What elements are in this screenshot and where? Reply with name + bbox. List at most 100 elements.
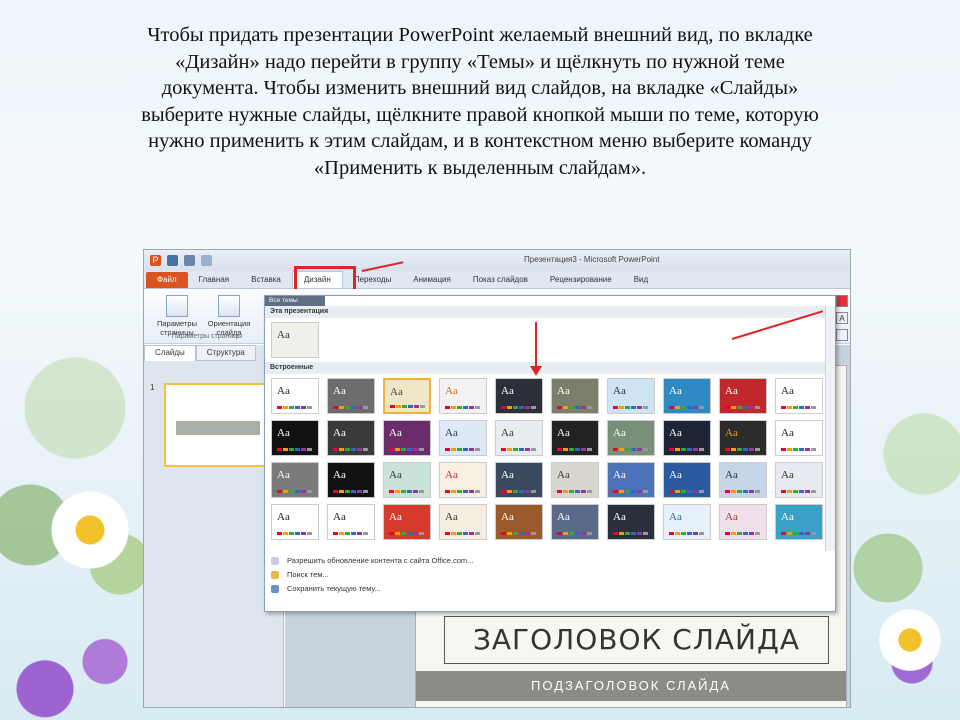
save-icon[interactable] [167,255,178,266]
tab-outline[interactable]: Структура [195,345,256,361]
theme-cell[interactable]: Aa [775,420,823,456]
tab-slideshow[interactable]: Показ слайдов [462,272,539,288]
theme-cell[interactable]: Aa [327,420,375,456]
title-placeholder[interactable]: ЗАГОЛОВОК СЛАЙДА [444,616,829,664]
theme-color-dots [557,532,592,535]
theme-cell[interactable]: Aa [719,378,767,414]
theme-sample: Aa [277,511,290,523]
theme-cell[interactable]: Aa [271,378,319,414]
theme-color-dots [781,490,816,493]
orientation-button[interactable]: Ориентация слайда [204,295,254,337]
tab-animations[interactable]: Анимация [402,272,462,288]
theme-cell[interactable]: Aa [719,420,767,456]
theme-sample: Aa [557,469,570,481]
theme-cell[interactable]: Aa [663,420,711,456]
theme-cell[interactable]: Aa [383,462,431,498]
theme-sample: Aa [725,469,738,481]
theme-cell[interactable]: Aa [607,420,655,456]
theme-color-dots [445,448,480,451]
menu-item-save-theme[interactable]: Сохранить текущую тему... [265,582,835,596]
theme-cell[interactable]: Aa [439,462,487,498]
theme-cell[interactable]: Aa [719,504,767,540]
tab-file[interactable]: Файл [146,272,188,288]
theme-sample: Aa [445,427,458,439]
theme-color-dots [389,490,424,493]
theme-color-dots [277,532,312,535]
theme-sample: Aa [725,511,738,523]
current-theme-cell[interactable]: Aa [271,322,319,358]
caption-line: Чтобы придать презентации PowerPoint жел… [147,24,813,46]
theme-cell[interactable]: Aa [775,462,823,498]
undo-icon[interactable] [184,255,195,266]
theme-cell[interactable]: Aa [775,378,823,414]
theme-cell[interactable]: Aa [663,378,711,414]
effects-icon[interactable] [836,329,848,341]
section-builtin: Встроенные [265,362,825,374]
subtitle-placeholder[interactable]: ПОДЗАГОЛОВОК СЛАЙДА [416,671,846,701]
fonts-icon[interactable]: A [836,312,848,324]
slide-thumbnail[interactable] [164,383,272,467]
caption-line: «Дизайн» надо перейти в группу «Темы» и … [175,50,785,73]
theme-cell[interactable]: Aa [607,504,655,540]
menu-item-enable-updates[interactable]: Разрешить обновление контента с сайта Of… [265,554,835,568]
slides-pane: Слайды Структура 1 [144,345,284,707]
theme-cell[interactable]: Aa [439,378,487,414]
theme-cell[interactable]: Aa [271,504,319,540]
theme-cell[interactable]: Aa [551,462,599,498]
window-title: Презентация3 - Microsoft PowerPoint [524,255,660,264]
theme-sample: Aa [501,511,514,523]
theme-cell[interactable]: Aa [383,378,431,414]
theme-sample: Aa [613,385,626,397]
tab-slides[interactable]: Слайды [144,345,196,361]
theme-cell[interactable]: Aa [271,462,319,498]
title-bar: P Презентация3 - Microsoft PowerPoint [144,250,850,271]
gallery-scrollbar[interactable] [825,306,835,551]
theme-sample: Aa [669,385,682,397]
theme-sample: Aa [389,469,402,481]
theme-cell[interactable]: Aa [495,462,543,498]
theme-color-dots [390,405,425,408]
theme-color-dots [501,448,536,451]
redo-icon[interactable] [201,255,212,266]
theme-sample: Aa [725,385,738,397]
decorative-flowers-right [840,340,960,720]
theme-color-dots [445,406,480,409]
theme-cell[interactable]: Aa [551,420,599,456]
menu-item-browse-themes[interactable]: Поиск тем... [265,568,835,582]
theme-cell[interactable]: Aa [551,504,599,540]
theme-cell[interactable]: Aa [663,504,711,540]
theme-color-dots [781,406,816,409]
theme-cell[interactable]: Aa [495,420,543,456]
theme-cell[interactable]: Aa [327,504,375,540]
theme-cell[interactable]: Aa [551,378,599,414]
colors-icon[interactable] [836,295,848,307]
theme-cell[interactable]: Aa [663,462,711,498]
theme-cell[interactable]: Aa [719,462,767,498]
theme-cell[interactable]: Aa [439,504,487,540]
tab-view[interactable]: Вид [623,272,659,288]
theme-cell[interactable]: Aa [607,462,655,498]
theme-cell[interactable]: Aa [439,420,487,456]
daisy-image [878,608,942,672]
tab-review[interactable]: Рецензирование [539,272,623,288]
powerpoint-screenshot: P Презентация3 - Microsoft PowerPoint Фа… [143,249,851,708]
theme-cell[interactable]: Aa [495,378,543,414]
theme-cell[interactable]: Aa [495,504,543,540]
theme-cell[interactable]: Aa [775,504,823,540]
theme-color-dots [613,532,648,535]
theme-cell[interactable]: Aa [327,462,375,498]
theme-cell[interactable]: Aa [383,420,431,456]
tab-insert[interactable]: Вставка [240,272,292,288]
theme-cell[interactable]: Aa [383,504,431,540]
theme-sample: Aa [333,511,346,523]
theme-cell[interactable]: Aa [271,420,319,456]
menu-item-label: Сохранить текущую тему... [287,584,381,593]
instruction-text: Чтобы придать презентации PowerPoint жел… [20,22,940,182]
tab-home[interactable]: Главная [188,272,240,288]
theme-cell[interactable]: Aa [327,378,375,414]
theme-color-dots [781,448,816,451]
theme-color-dots [669,406,704,409]
theme-cell[interactable]: Aa [607,378,655,414]
daisy-image [50,490,130,570]
page-setup-button[interactable]: Параметры страницы [152,295,202,337]
